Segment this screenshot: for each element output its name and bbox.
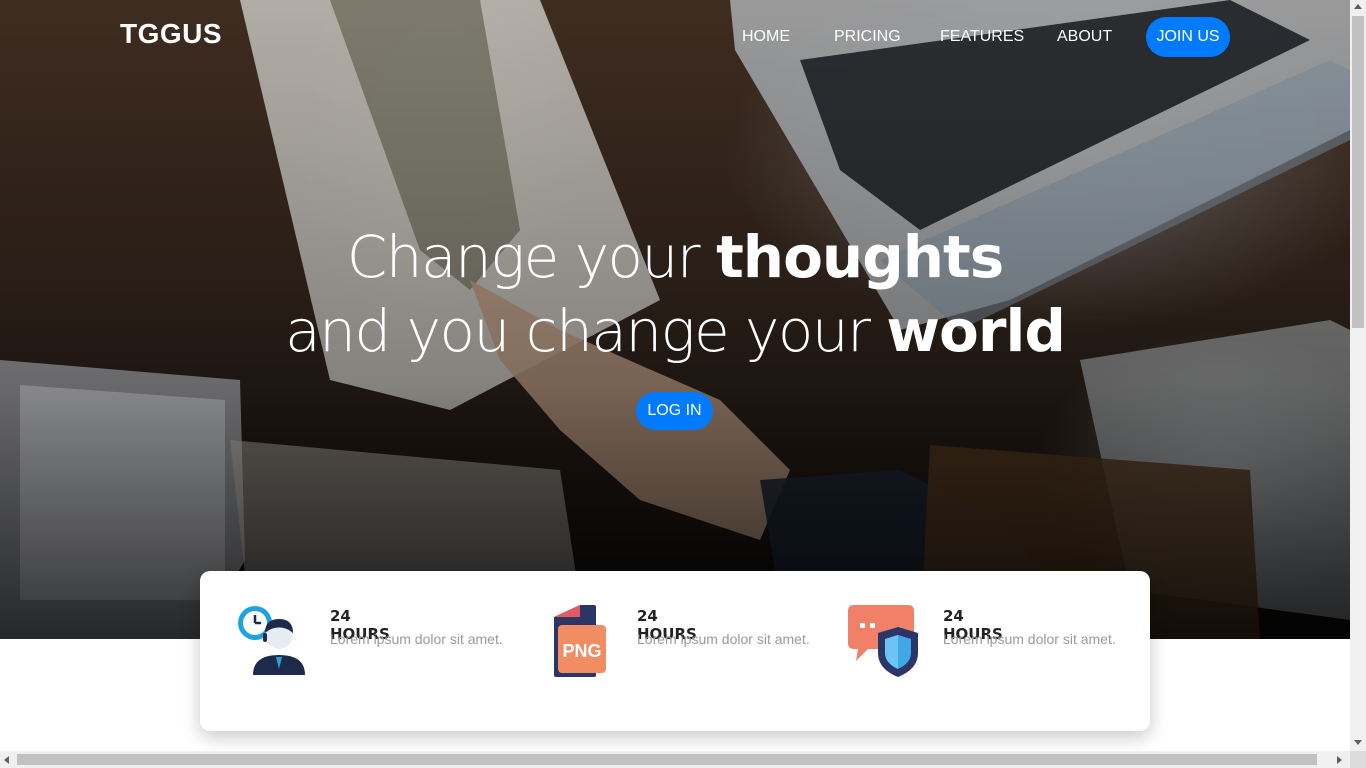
headline-line2-bold: world <box>886 297 1065 365</box>
feature-item: 24 HOURS Lorem ipsum dolor sit amet. <box>846 603 1146 683</box>
hero-section: TGGUS HOME PRICING FEATURES ABOUT JOIN U… <box>0 0 1350 639</box>
nav-home-link[interactable]: HOME <box>742 28 790 46</box>
brand-logo[interactable]: TGGUS <box>120 18 222 50</box>
support-agent-clock-icon <box>238 606 305 675</box>
headline-line2-light: and you change your <box>285 297 887 365</box>
login-button[interactable]: LOG IN <box>636 392 713 430</box>
feature-item: 24 HOURS Lorem ipsum dolor sit amet. <box>233 603 533 683</box>
feature-description: Lorem ipsum dolor sit amet. <box>943 631 1116 647</box>
scroll-right-icon[interactable] <box>1337 756 1342 764</box>
png-file-icon: PNG <box>554 605 606 677</box>
horizontal-scroll-thumb[interactable] <box>17 754 1317 765</box>
nav-pricing-link[interactable]: PRICING <box>834 28 901 46</box>
png-icon-label: PNG <box>562 641 601 661</box>
scroll-down-icon[interactable] <box>1354 740 1362 745</box>
horizontal-scrollbar[interactable] <box>0 751 1350 768</box>
nav-about-link[interactable]: ABOUT <box>1057 28 1112 46</box>
headline-line1-bold: thoughts <box>716 223 1004 291</box>
vertical-scroll-thumb[interactable] <box>1352 16 1364 328</box>
feature-description: Lorem ipsum dolor sit amet. <box>330 631 503 647</box>
feature-item: PNG 24 HOURS Lorem ipsum dolor sit amet. <box>540 603 840 683</box>
scroll-left-icon[interactable] <box>4 756 9 764</box>
page-viewport: TGGUS HOME PRICING FEATURES ABOUT JOIN U… <box>0 0 1350 751</box>
hero-headline: Change your thoughts and you change your… <box>200 220 1150 368</box>
nav-features-link[interactable]: FEATURES <box>940 28 1024 46</box>
scroll-up-icon[interactable] <box>1354 4 1362 9</box>
features-card: 24 HOURS Lorem ipsum dolor sit amet. PNG… <box>200 571 1150 731</box>
scrollbar-corner <box>1350 751 1366 768</box>
feature-description: Lorem ipsum dolor sit amet. <box>637 631 810 647</box>
chat-shield-icon <box>848 605 918 677</box>
vertical-scrollbar[interactable] <box>1350 0 1366 751</box>
headline-line1-light: Change your <box>346 223 717 291</box>
join-us-button[interactable]: JOIN US <box>1146 17 1230 57</box>
